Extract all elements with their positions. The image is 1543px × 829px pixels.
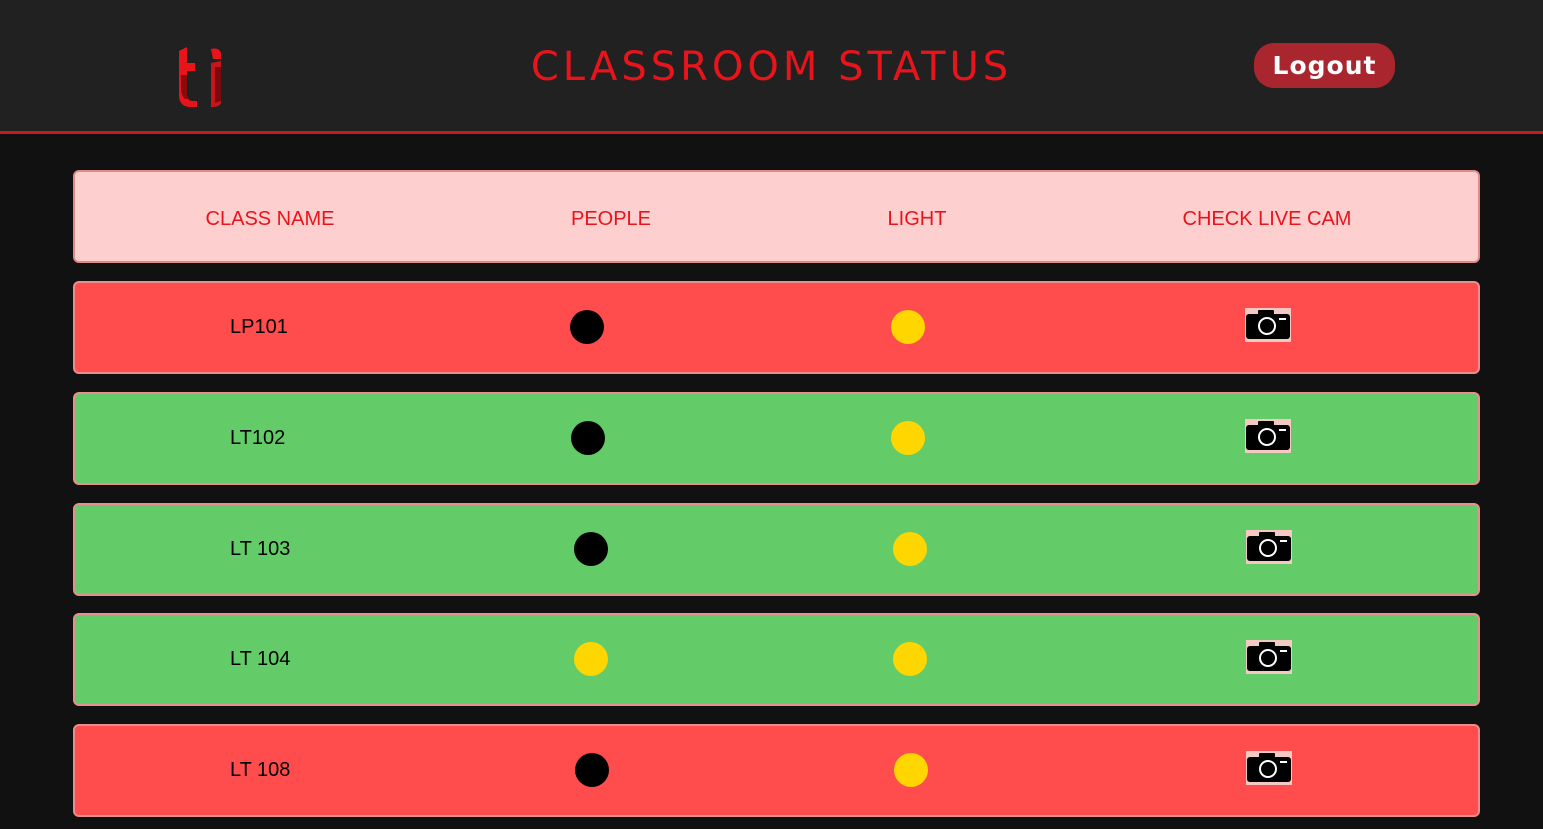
class-name: LT 104 [230,648,291,670]
logout-button[interactable]: Logout [1254,43,1395,88]
class-name: LT 108 [230,759,291,781]
table-row: LP101 [73,281,1480,374]
people-indicator [571,421,605,455]
column-header-people: PEOPLE [570,208,652,230]
camera-icon[interactable] [1245,419,1291,453]
column-header-check-live-cam: CHECK LIVE CAM [1182,208,1352,230]
table-row: LT 104 [73,613,1480,706]
people-indicator [574,642,608,676]
table-row: LT102 [73,392,1480,485]
class-name: LT102 [230,427,286,449]
camera-icon[interactable] [1245,308,1291,342]
table-row: LT 108 [73,724,1480,817]
light-indicator [893,642,927,676]
camera-icon[interactable] [1246,640,1292,674]
table-row: LT 103 [73,503,1480,596]
column-header-light: LIGHT [887,208,947,230]
light-indicator [891,421,925,455]
class-name: LP101 [230,316,288,338]
camera-icon[interactable] [1246,530,1292,564]
class-name: LT 103 [230,538,291,560]
table-header-row: CLASS NAME PEOPLE LIGHT CHECK LIVE CAM [73,170,1480,263]
light-indicator [893,532,927,566]
top-header: CLASSROOM STATUS Logout [0,0,1543,134]
column-header-class-name: CLASS NAME [205,208,335,230]
people-indicator [570,310,604,344]
camera-icon[interactable] [1246,751,1292,785]
people-indicator [575,753,609,787]
light-indicator [894,753,928,787]
light-indicator [891,310,925,344]
people-indicator [574,532,608,566]
